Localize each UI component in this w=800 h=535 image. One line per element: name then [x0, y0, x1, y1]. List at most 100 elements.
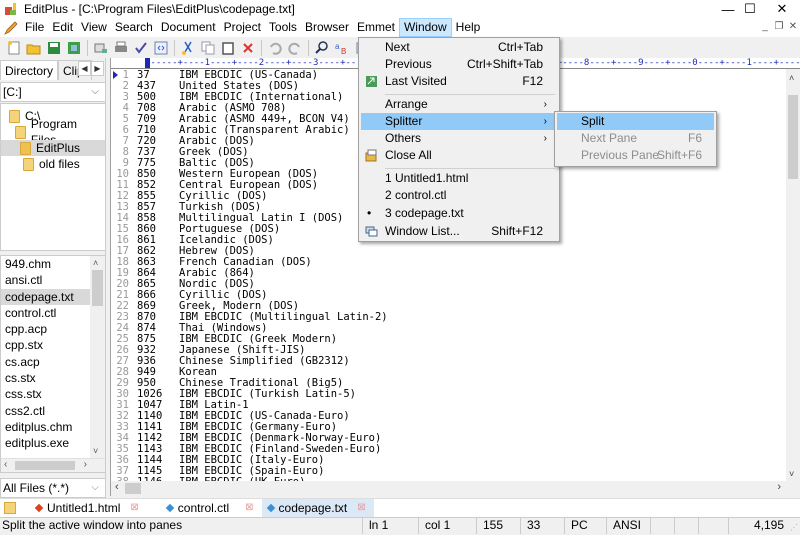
status-total-columns: 33: [520, 518, 564, 534]
menu-item-split[interactable]: Split: [557, 113, 714, 130]
menu-item-others[interactable]: Others ›: [361, 130, 557, 147]
file-list-horizontal-scrollbar[interactable]: ‹ ›: [1, 458, 105, 472]
menu-item-previous[interactable]: Previous Ctrl+Shift+Tab: [361, 56, 557, 73]
tab-scroll-right-button[interactable]: ▶: [91, 61, 104, 76]
copy-icon[interactable]: [200, 40, 216, 56]
file-item[interactable]: editplus.exe: [1, 435, 90, 451]
file-item-selected[interactable]: codepage.txt: [1, 288, 90, 305]
file-filter-select[interactable]: All Files (*.*) ⌵: [0, 478, 106, 498]
menu-item-previous-pane: Previous Pane Shift+F6: [557, 147, 714, 164]
print-icon[interactable]: [113, 40, 129, 56]
doc-tab-control[interactable]: control.ctl ⊠: [161, 499, 262, 517]
menu-item-arrange[interactable]: Arrange ›: [361, 96, 557, 113]
new-file-icon[interactable]: [6, 40, 22, 56]
text-file-icon: [165, 503, 175, 513]
tree-item-program-files[interactable]: Program Files: [15, 117, 105, 147]
menu-item-close-all[interactable]: Close All: [361, 147, 557, 164]
file-item[interactable]: control.ctl: [1, 305, 90, 321]
menu-browser[interactable]: Browser: [301, 18, 353, 37]
tab-scroll-left-button[interactable]: ◀: [78, 61, 91, 76]
scrollbar-thumb[interactable]: [788, 95, 798, 179]
find-icon[interactable]: [314, 40, 330, 56]
menu-help[interactable]: Help: [452, 18, 485, 37]
tab-directory[interactable]: Directory: [0, 60, 59, 80]
file-item[interactable]: ansi.ctl: [1, 272, 90, 288]
tree-item-editplus[interactable]: EditPlus: [1, 140, 105, 156]
menu-item-splitter[interactable]: Splitter ›: [361, 113, 557, 130]
mdi-minimize-button[interactable]: _: [758, 21, 772, 32]
browser-preview-icon[interactable]: [153, 40, 169, 56]
file-item[interactable]: cpp.acp: [1, 321, 90, 337]
doc-tab-untitled1[interactable]: Untitled1.html ⊠: [30, 499, 147, 517]
replace-icon[interactable]: aB: [334, 40, 350, 56]
toolbar-separator: [261, 39, 262, 56]
undo-icon[interactable]: [267, 40, 283, 56]
tree-item-label: EditPlus: [36, 141, 81, 155]
menu-window[interactable]: Window: [398, 18, 452, 37]
tab-scroll-arrows: ◀ ▶: [78, 61, 104, 76]
file-item[interactable]: 949.chm: [1, 256, 90, 272]
file-item[interactable]: css2.ctl: [1, 403, 90, 419]
editor-horizontal-scrollbar[interactable]: ‹ ›: [111, 481, 800, 496]
scrollbar-thumb[interactable]: [15, 461, 75, 470]
close-tab-icon[interactable]: ⊠: [245, 499, 253, 517]
menu-item-codepage[interactable]: • 3 codepage.txt: [361, 205, 557, 222]
close-button[interactable]: ✕: [760, 0, 800, 18]
spell-check-icon[interactable]: [133, 40, 149, 56]
document-tabs: Untitled1.html ⊠ control.ctl ⊠ codepage.tx…: [0, 498, 800, 517]
menu-tools[interactable]: Tools: [265, 18, 301, 37]
editor-vertical-scrollbar[interactable]: ˄ ˅: [786, 69, 800, 481]
scrollbar-thumb[interactable]: [92, 270, 103, 306]
doc-tab-codepage[interactable]: codepage.txt ⊠: [261, 499, 374, 517]
file-item[interactable]: cs.acp: [1, 354, 90, 370]
menu-document[interactable]: Document: [157, 18, 220, 37]
editplus-logo-icon: [5, 3, 16, 15]
menu-item-shortcut: Shift+F12: [491, 224, 543, 238]
open-file-icon[interactable]: [26, 40, 42, 56]
folder-icon: [15, 125, 26, 139]
paste-icon[interactable]: [220, 40, 236, 56]
menu-emmet[interactable]: Emmet: [353, 18, 399, 37]
menu-item-untitled1[interactable]: 1 Untitled1.html: [361, 170, 557, 187]
redo-icon[interactable]: [287, 40, 303, 56]
close-tab-icon[interactable]: ⊠: [130, 499, 138, 517]
file-list-vertical-scrollbar[interactable]: ˄ ˅: [90, 256, 105, 458]
file-item[interactable]: css.stx: [1, 386, 90, 402]
scroll-up-icon: ˄: [789, 73, 795, 83]
file-item[interactable]: editplus.chm: [1, 419, 90, 435]
menu-item-last-visited[interactable]: Last Visited F12: [361, 73, 557, 90]
menu-file[interactable]: File: [21, 18, 48, 37]
status-empty-1: [650, 518, 674, 534]
cut-icon[interactable]: [180, 40, 196, 56]
menu-project[interactable]: Project: [220, 18, 265, 37]
menu-edit[interactable]: Edit: [48, 18, 77, 37]
drive-select-value: [C:]: [3, 85, 22, 99]
window-menu-dropdown: Next Ctrl+Tab Previous Ctrl+Shift+Tab Last…: [358, 37, 560, 242]
menu-item-shortcut: Ctrl+Shift+Tab: [466, 57, 543, 71]
status-column: col 1: [418, 518, 476, 534]
scrollbar-thumb[interactable]: [125, 483, 141, 494]
status-line-ending[interactable]: PC: [564, 518, 606, 534]
delete-icon[interactable]: [240, 40, 256, 56]
save-icon[interactable]: [46, 40, 62, 56]
menu-item-window-list[interactable]: Window List... Shift+F12: [361, 223, 557, 240]
mdi-restore-button[interactable]: ❐: [772, 21, 786, 32]
tree-item-old-files[interactable]: old files: [23, 156, 80, 172]
menu-search[interactable]: Search: [111, 18, 157, 37]
file-item[interactable]: cpp.stx: [1, 337, 90, 353]
file-item[interactable]: cs.stx: [1, 370, 90, 386]
chevron-down-icon: ⌵: [91, 86, 99, 97]
toolbar-separator: [174, 39, 175, 56]
close-tab-icon[interactable]: ⊠: [357, 499, 365, 517]
drive-select[interactable]: [C:] ⌵: [0, 82, 106, 102]
menu-item-label: Previous: [385, 57, 432, 71]
menu-item-shortcut: Ctrl+Tab: [497, 40, 543, 54]
menu-view[interactable]: View: [77, 18, 111, 37]
status-encoding[interactable]: ANSI: [606, 518, 650, 534]
menu-item-next[interactable]: Next Ctrl+Tab: [361, 39, 557, 56]
save-all-icon[interactable]: [66, 40, 82, 56]
menu-item-control[interactable]: 2 control.ctl: [361, 187, 557, 204]
window-list-icon: [365, 226, 378, 237]
print-preview-icon[interactable]: [93, 40, 109, 56]
mdi-close-button[interactable]: ✕: [786, 21, 800, 32]
